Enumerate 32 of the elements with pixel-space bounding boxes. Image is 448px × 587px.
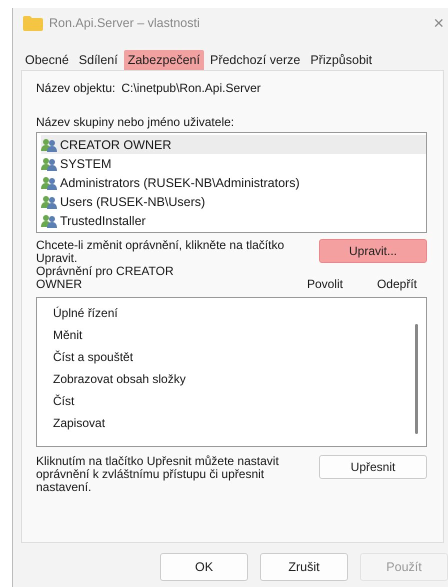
column-header: Odepřít <box>376 277 417 291</box>
permission-item: Měnit <box>53 328 84 344</box>
permission-item: Úplné řízení <box>53 306 119 322</box>
permissions-title: Oprávnění pro CREATOR OWNER <box>36 265 175 291</box>
users-icon <box>41 194 57 208</box>
users-icon <box>41 214 57 228</box>
window-title: Ron.Api.Server – vlastnosti <box>49 16 200 30</box>
advanced-button[interactable]: Upřesnit <box>319 455 427 479</box>
groups-label: Název skupiny nebo jméno uživatele: <box>36 115 236 129</box>
permission-item: Číst <box>53 394 76 410</box>
tab[interactable]: Zabezpečení <box>124 50 204 70</box>
group-item[interactable]: TrustedInstaller <box>41 211 426 230</box>
group-item[interactable]: Users (RUSEK-NB\Users) <box>41 192 426 211</box>
object-name-value: C:\inetpub\Ron.Api.Server <box>121 81 261 95</box>
dialog-button[interactable]: OK <box>160 553 248 581</box>
dialog-button[interactable]: Zrušit <box>260 553 348 581</box>
permission-item: Číst a spouštět <box>53 350 134 366</box>
advanced-hint: Kliknutím na tlačítko Upřesnit můžete nastavit oprávnění k zvláštnímu přístupu či upřesnit nastavení. <box>36 455 280 494</box>
group-item[interactable]: Administrators (RUSEK-NB\Administrators) <box>41 173 426 192</box>
group-item[interactable]: CREATOR OWNER <box>41 135 426 154</box>
users-icon <box>41 156 57 170</box>
column-header: Povolit <box>306 277 343 291</box>
edit-button[interactable]: Upravit... <box>319 239 427 263</box>
permission-item: Zapisovat <box>53 416 106 432</box>
permission-item: Zobrazovat obsah složky <box>53 372 187 388</box>
edit-hint: Chcete-li změnit oprávnění, klikněte na tlačítko Upravit. <box>36 239 286 265</box>
folder-icon <box>23 16 43 30</box>
group-item[interactable]: SYSTEM <box>41 154 426 173</box>
object-name-label: Název objektu: <box>36 81 116 95</box>
users-icon <box>41 138 57 152</box>
scrollbar-thumb[interactable] <box>415 324 418 434</box>
users-icon <box>41 176 57 190</box>
